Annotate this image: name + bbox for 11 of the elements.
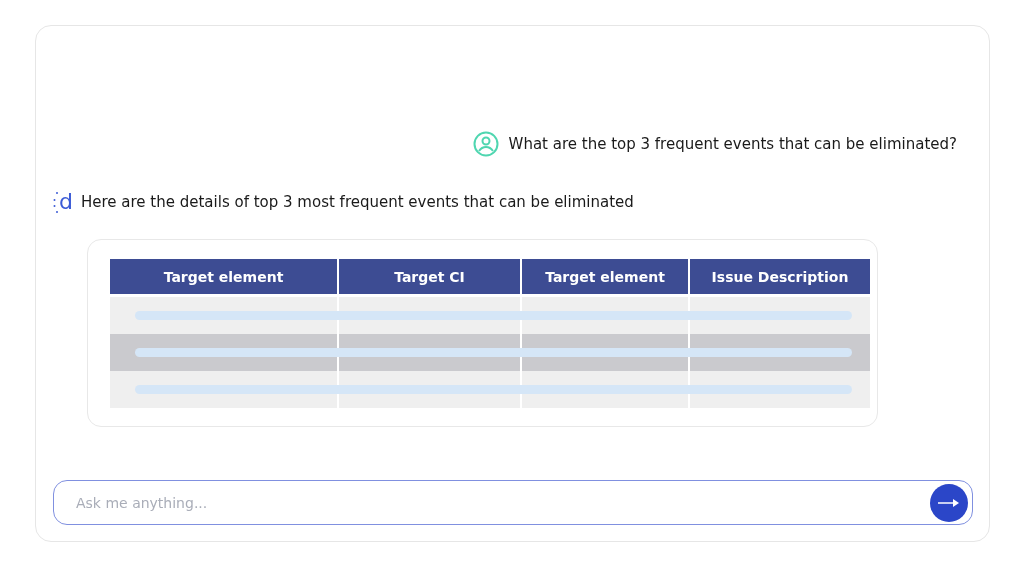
column-header: Target CI [339,259,522,294]
user-message: What are the top 3 frequent events that can be eliminated? [508,135,957,153]
input-bar[interactable]: Ask me anything... [53,480,973,525]
column-header: Issue Description [690,259,872,294]
send-button[interactable] [930,483,968,522]
column-header: Target element [522,259,690,294]
column-header: Target element [110,259,339,294]
arrow-icon [938,497,960,508]
user-icon [472,131,499,157]
assistant-message: Here are the details of top 3 most frequent events that can be eliminated [80,193,634,211]
assistant-logo: d [53,191,73,213]
